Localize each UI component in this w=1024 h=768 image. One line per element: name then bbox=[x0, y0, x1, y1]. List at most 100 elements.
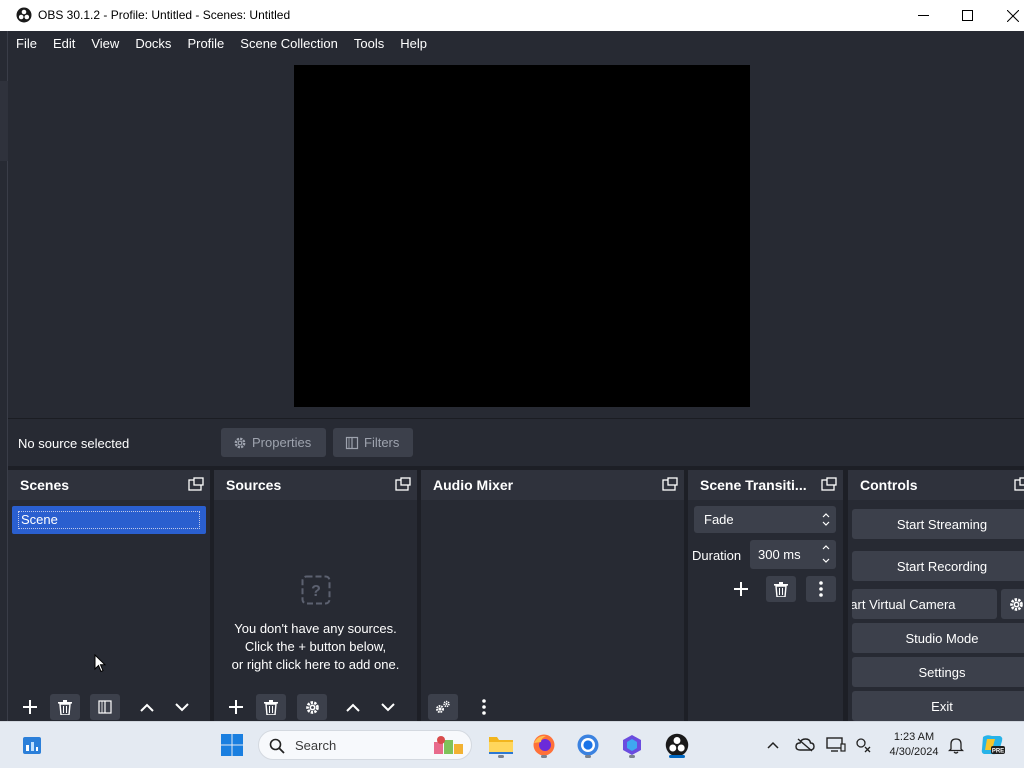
display-tray-button[interactable] bbox=[821, 730, 851, 760]
start-button[interactable] bbox=[217, 730, 247, 760]
start-virtual-camera-button[interactable]: Start Virtual Camera bbox=[852, 589, 997, 619]
taskbar: Search 1:23 AM 4/30/2024 PRE bbox=[0, 721, 1024, 768]
search-highlight-icon bbox=[434, 736, 463, 754]
remove-scene-button[interactable] bbox=[50, 694, 80, 720]
maximize-button[interactable] bbox=[944, 0, 990, 31]
menu-edit[interactable]: Edit bbox=[45, 31, 83, 56]
controls-dock: Controls Start Streaming Start Recording… bbox=[848, 470, 1024, 721]
source-properties-button[interactable] bbox=[297, 694, 327, 720]
taskbar-search[interactable]: Search bbox=[258, 730, 472, 760]
undock-icon[interactable] bbox=[395, 477, 411, 493]
trash-icon bbox=[264, 699, 278, 715]
audio-mixer-settings-button[interactable] bbox=[428, 694, 458, 720]
scene-filters-button[interactable] bbox=[90, 694, 120, 720]
exit-button[interactable]: Exit bbox=[852, 691, 1024, 721]
spin-arrows-icon[interactable] bbox=[820, 542, 832, 567]
windows-logo-icon bbox=[221, 734, 243, 756]
menu-help[interactable]: Help bbox=[392, 31, 435, 56]
remove-source-button[interactable] bbox=[256, 694, 286, 720]
search-label: Search bbox=[295, 738, 337, 753]
properties-label: Properties bbox=[252, 435, 312, 450]
scene-list-item[interactable]: Scene bbox=[12, 506, 206, 534]
scenes-dock: Scenes Scene bbox=[8, 470, 210, 721]
add-scene-button[interactable] bbox=[15, 694, 45, 720]
start-streaming-button[interactable]: Start Streaming bbox=[852, 509, 1024, 539]
svg-text:PRE: PRE bbox=[992, 749, 1004, 755]
menu-profile[interactable]: Profile bbox=[179, 31, 232, 56]
copilot-tray-button[interactable]: PRE bbox=[977, 730, 1007, 760]
add-transition-button[interactable] bbox=[726, 576, 756, 602]
minimize-button[interactable] bbox=[900, 0, 946, 31]
menu-file[interactable]: File bbox=[8, 31, 45, 56]
undock-icon[interactable] bbox=[1014, 477, 1024, 493]
menu-scene-collection[interactable]: Scene Collection bbox=[232, 31, 346, 56]
scenes-dock-header: Scenes bbox=[8, 470, 210, 500]
show-hidden-icons-button[interactable] bbox=[758, 730, 788, 760]
filters-icon bbox=[345, 436, 359, 449]
menu-bar: File Edit View Docks Profile Scene Colle… bbox=[8, 31, 1024, 56]
duration-spinbox[interactable]: 300 ms bbox=[750, 540, 836, 569]
menu-view[interactable]: View bbox=[83, 31, 127, 56]
active-indicator bbox=[669, 755, 685, 758]
left-edge-marker bbox=[0, 81, 8, 161]
search-icon bbox=[269, 738, 285, 754]
undock-icon[interactable] bbox=[188, 477, 204, 493]
minimize-icon bbox=[917, 15, 929, 16]
remove-transition-button[interactable] bbox=[766, 576, 796, 602]
question-icon: ? bbox=[301, 575, 330, 605]
scenes-list[interactable]: Scene bbox=[8, 500, 210, 721]
transition-select-value: Fade bbox=[704, 512, 734, 527]
file-explorer-taskbar-button[interactable] bbox=[486, 730, 516, 760]
settings-button[interactable]: Settings bbox=[852, 657, 1024, 687]
svg-text:?: ? bbox=[311, 583, 321, 600]
sources-list[interactable]: ? You don't have any sources. Click the … bbox=[214, 500, 417, 721]
notifications-button[interactable] bbox=[941, 730, 971, 760]
start-recording-button[interactable]: Start Recording bbox=[852, 551, 1024, 581]
obs-taskbar-button[interactable] bbox=[662, 730, 692, 760]
scene-transitions-dock: Scene Transiti... Fade Duration 300 ms bbox=[688, 470, 843, 721]
move-source-down-button[interactable] bbox=[373, 694, 403, 720]
move-scene-down-button[interactable] bbox=[167, 694, 197, 720]
copilot-app-taskbar-button[interactable] bbox=[617, 730, 647, 760]
scene-transitions-dock-title: Scene Transiti... bbox=[700, 477, 807, 493]
close-button[interactable] bbox=[990, 0, 1024, 31]
move-scene-up-button[interactable] bbox=[132, 694, 162, 720]
bell-icon bbox=[948, 737, 964, 754]
copilot-icon bbox=[623, 735, 641, 755]
audio-mixer-menu-button[interactable] bbox=[469, 694, 499, 720]
studio-mode-button[interactable]: Studio Mode bbox=[852, 623, 1024, 653]
sources-empty-line-3: or right click here to add one. bbox=[231, 657, 400, 672]
menu-docks[interactable]: Docks bbox=[127, 31, 179, 56]
properties-button[interactable]: Properties bbox=[221, 428, 326, 457]
transition-menu-button[interactable] bbox=[806, 576, 836, 602]
preview-canvas[interactable] bbox=[294, 65, 750, 407]
scene-item-label: Scene bbox=[18, 511, 200, 529]
menu-tools[interactable]: Tools bbox=[346, 31, 392, 56]
cloud-tray-button[interactable] bbox=[790, 730, 820, 760]
obs-logo-icon bbox=[16, 7, 32, 23]
sources-empty-state: ? You don't have any sources. Click the … bbox=[214, 575, 417, 674]
audio-mixer-dock-title: Audio Mixer bbox=[433, 477, 514, 493]
sources-dock: Sources ? You don't have any sources. Cl… bbox=[214, 470, 417, 721]
undock-icon[interactable] bbox=[821, 477, 837, 493]
chrome-taskbar-button[interactable] bbox=[573, 730, 603, 760]
sources-dock-title: Sources bbox=[226, 477, 282, 493]
chevron-up-icon bbox=[346, 703, 360, 712]
gear-icon bbox=[1009, 597, 1023, 611]
cloud-offline-icon bbox=[795, 738, 815, 752]
folder-icon bbox=[489, 737, 513, 754]
network-tray-button[interactable] bbox=[848, 730, 878, 760]
running-indicator bbox=[629, 755, 635, 758]
firefox-taskbar-button[interactable] bbox=[529, 730, 559, 760]
add-source-button[interactable] bbox=[221, 694, 251, 720]
scenes-dock-title: Scenes bbox=[20, 477, 70, 493]
audio-mixer-dock-header: Audio Mixer bbox=[421, 470, 684, 500]
undock-icon[interactable] bbox=[662, 477, 678, 493]
filters-button[interactable]: Filters bbox=[333, 428, 413, 457]
move-source-up-button[interactable] bbox=[338, 694, 368, 720]
virtual-camera-config-button[interactable] bbox=[1001, 589, 1024, 619]
transition-select[interactable]: Fade bbox=[694, 506, 836, 533]
widgets-button[interactable] bbox=[17, 730, 47, 760]
taskbar-clock[interactable]: 1:23 AM 4/30/2024 bbox=[880, 730, 948, 760]
scene-transitions-dock-header: Scene Transiti... bbox=[688, 470, 843, 500]
